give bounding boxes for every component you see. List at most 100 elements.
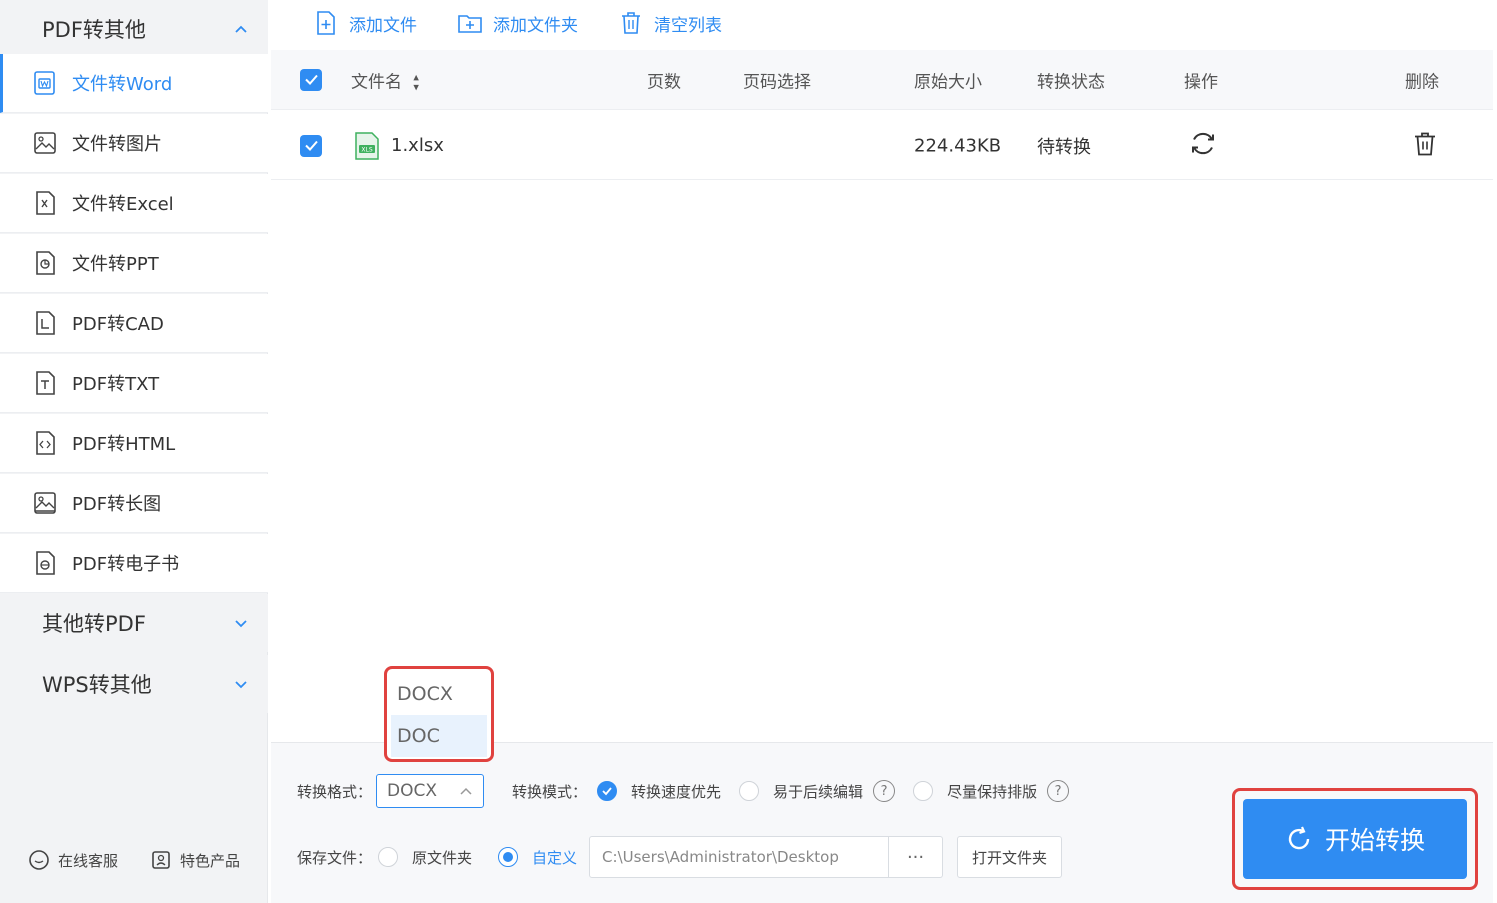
file-name-cell: XLS 1.xlsx (353, 131, 444, 161)
mode-speed-label: 转换速度优先 (631, 782, 722, 801)
add-folder-button[interactable]: 添加文件夹 (457, 10, 578, 36)
convert-row-button[interactable] (1188, 128, 1218, 163)
group-pdf-to-other[interactable]: PDF转其他 (0, 0, 268, 58)
format-mode-row: 转换格式： DOCX 转换模式： 转换速度优先 易于后续编辑 ? 尽量保持排版 … (297, 774, 1070, 808)
group-label: PDF转其他 (42, 18, 146, 42)
online-support-button[interactable]: 在线客服 (28, 849, 118, 871)
main-panel: 添加文件 添加文件夹 清空列表 文件名 ▴ ▾ 页数 页码选择 原始大小 转换状态… (269, 0, 1497, 903)
mode-radio-editable[interactable] (739, 781, 760, 801)
featured-products-button[interactable]: 特色产品 (150, 849, 240, 871)
format-option-docx[interactable]: DOCX (391, 673, 487, 715)
sidebar-item-label: 文件转Excel (72, 194, 174, 215)
trash-icon (622, 12, 640, 34)
open-folder-button[interactable]: 打开文件夹 (957, 836, 1063, 878)
save-label: 保存文件： (297, 848, 373, 867)
sidebar-item-label: PDF转电子书 (72, 554, 180, 575)
cad-doc-icon (32, 310, 58, 336)
sidebar-item-pdf-to-ebook[interactable]: PDF转电子书 (0, 534, 268, 593)
file-name: 1.xlsx (391, 135, 444, 156)
start-convert-button[interactable]: 开始转换 (1243, 799, 1467, 879)
mode-radio-speed[interactable] (597, 781, 618, 801)
chevron-up-icon (234, 22, 248, 36)
add-file-button[interactable]: 添加文件 (313, 10, 417, 36)
save-path-input[interactable]: C:\Users\Administrator\Desktop (589, 836, 890, 878)
save-custom-label: 自定义 (532, 848, 578, 867)
mode-radio-layout[interactable] (913, 781, 934, 801)
sidebar-item-label: PDF转CAD (72, 314, 164, 335)
group-wps-to-other[interactable]: WPS转其他 (0, 655, 268, 713)
col-page-select: 页码选择 (743, 72, 811, 92)
group-label: WPS转其他 (42, 673, 152, 697)
html-doc-icon (32, 430, 58, 456)
save-radio-original[interactable] (378, 847, 399, 867)
add-file-label: 添加文件 (349, 15, 417, 36)
open-folder-label: 打开文件夹 (972, 848, 1048, 867)
format-option-doc[interactable]: DOC (391, 715, 487, 757)
chevron-down-icon (234, 677, 248, 691)
file-size: 224.43KB (914, 135, 1002, 156)
mode-label: 转换模式： (512, 782, 588, 801)
help-icon[interactable]: ? (873, 780, 896, 802)
image-icon (32, 130, 58, 156)
xlsx-file-icon: XLS (355, 131, 379, 160)
sidebar: PDF转其他 文件转Word 文件转图片 文件转Excel 文件转PPT PDF… (0, 0, 268, 903)
refresh-icon (1192, 132, 1214, 154)
sidebar-item-label: 文件转图片 (72, 134, 162, 155)
mode-layout-label: 尽量保持排版 (947, 782, 1038, 801)
sidebar-item-file-to-image[interactable]: 文件转图片 (0, 114, 268, 173)
checkmark-icon (304, 140, 318, 151)
group-label: 其他转PDF (42, 612, 146, 636)
refresh-icon (1288, 826, 1310, 850)
add-folder-icon (458, 15, 482, 33)
browse-button[interactable]: ··· (889, 836, 944, 878)
col-size: 原始大小 (914, 72, 982, 92)
trash-icon (1415, 132, 1435, 155)
help-icon[interactable]: ? (1047, 780, 1070, 802)
save-path-value: C:\Users\Administrator\Desktop (602, 848, 839, 866)
col-pages: 页数 (647, 72, 681, 92)
sidebar-item-pdf-to-long-image[interactable]: PDF转长图 (0, 474, 268, 533)
table-row: XLS 1.xlsx 224.43KB 待转换 (271, 112, 1493, 180)
sidebar-item-label: 文件转Word (72, 74, 173, 95)
clear-list-button[interactable]: 清空列表 (618, 10, 722, 36)
start-button-highlight: 开始转换 (1232, 788, 1478, 890)
format-dropdown-menu: DOCX DOC (384, 666, 494, 762)
word-doc-icon (32, 70, 58, 96)
chevron-down-icon (234, 616, 248, 630)
col-filename-label: 文件名 (351, 72, 402, 92)
file-table-header: 文件名 ▴ ▾ 页数 页码选择 原始大小 转换状态 操作 删除 (271, 50, 1493, 110)
product-icon (152, 851, 170, 869)
long-image-icon (32, 490, 58, 516)
sidebar-item-file-to-word[interactable]: 文件转Word (0, 54, 268, 113)
sidebar-item-file-to-excel[interactable]: 文件转Excel (0, 174, 268, 233)
row-checkbox[interactable] (300, 134, 322, 157)
ppt-doc-icon (32, 250, 58, 276)
sidebar-item-label: 文件转PPT (72, 254, 159, 275)
checkmark-icon (304, 74, 318, 85)
save-radio-custom[interactable] (498, 847, 519, 867)
sidebar-item-label: PDF转HTML (72, 434, 176, 455)
col-delete: 删除 (1405, 72, 1439, 92)
sidebar-footer: 在线客服 特色产品 (0, 835, 268, 885)
sidebar-item-label: PDF转长图 (72, 494, 162, 515)
col-action: 操作 (1184, 72, 1218, 92)
delete-row-button[interactable] (1411, 129, 1439, 162)
group-other-to-pdf[interactable]: 其他转PDF (0, 594, 268, 652)
save-row: 保存文件： 原文件夹 自定义 C:\Users\Administrator\De… (297, 836, 1063, 878)
sidebar-item-pdf-to-html[interactable]: PDF转HTML (0, 414, 268, 473)
featured-products-label: 特色产品 (179, 851, 240, 870)
txt-doc-icon (32, 370, 58, 396)
col-status: 转换状态 (1037, 72, 1105, 92)
sidebar-item-file-to-ppt[interactable]: 文件转PPT (0, 234, 268, 293)
mode-editable-label: 易于后续编辑 (773, 782, 864, 801)
chat-icon (29, 850, 49, 870)
start-convert-label: 开始转换 (1324, 826, 1425, 855)
sidebar-item-pdf-to-cad[interactable]: PDF转CAD (0, 294, 268, 353)
toolbar: 添加文件 添加文件夹 清空列表 (269, 0, 1497, 46)
sort-icon: ▴ ▾ (413, 70, 419, 93)
select-all-checkbox[interactable] (300, 68, 322, 91)
sidebar-item-pdf-to-txt[interactable]: PDF转TXT (0, 354, 268, 413)
format-select[interactable]: DOCX (376, 774, 485, 808)
col-filename[interactable]: 文件名 ▴ ▾ (351, 67, 419, 92)
format-label: 转换格式： (297, 782, 373, 801)
